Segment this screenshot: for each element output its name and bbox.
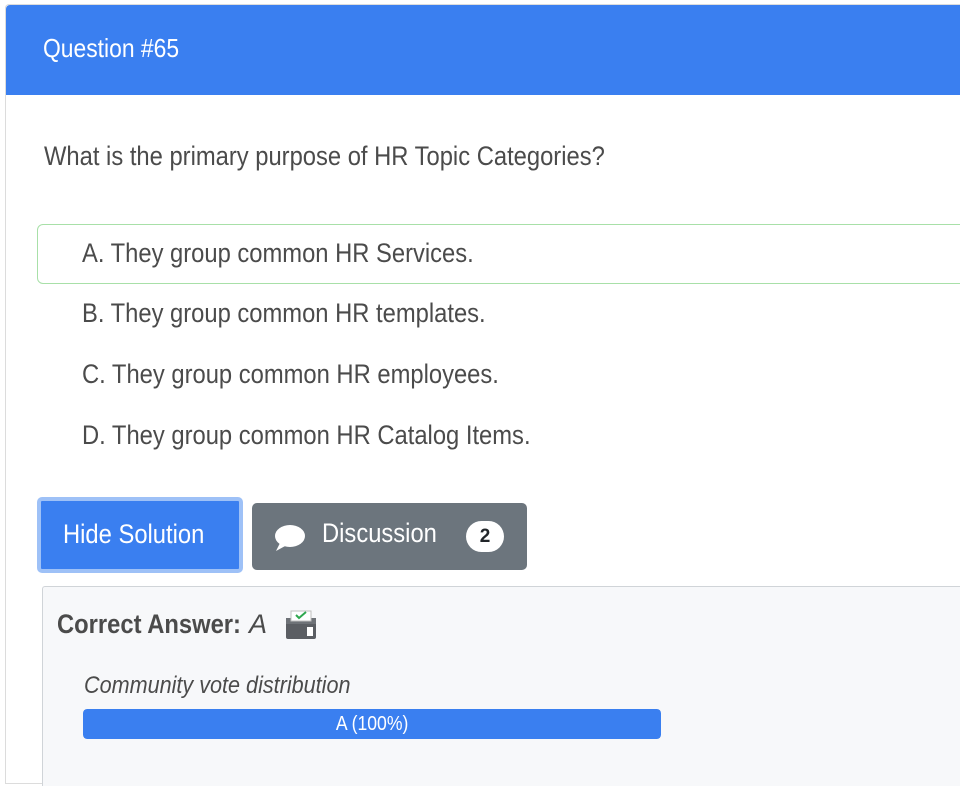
discussion-label: Discussion xyxy=(322,518,437,548)
correct-answer-label: Correct Answer: xyxy=(57,609,241,639)
choice-b[interactable]: B. They group common HR templates. xyxy=(37,284,960,344)
choice-a[interactable]: A. They group common HR Services. xyxy=(37,224,960,284)
choice-label: B. They group common HR templates. xyxy=(82,298,486,328)
vote-distribution-label: Community vote distribution xyxy=(84,672,351,699)
discussion-button[interactable]: Discussion 2 xyxy=(252,503,527,570)
choice-d[interactable]: D. They group common HR Catalog Items. xyxy=(37,406,960,466)
discussion-count-badge: 2 xyxy=(466,521,504,552)
comment-icon xyxy=(274,524,306,552)
correct-answer-value: A xyxy=(249,609,268,639)
card-header: Question #65 xyxy=(6,5,960,95)
hide-solution-label: Hide Solution xyxy=(63,519,205,549)
vote-distribution-bar: A (100%) xyxy=(83,709,661,739)
choice-label: A. They group common HR Services. xyxy=(82,238,474,268)
vote-bar-label-a: A (100%) xyxy=(335,713,409,735)
ballot-box-check-icon[interactable] xyxy=(284,609,318,641)
hide-solution-button[interactable]: Hide Solution xyxy=(37,497,243,573)
choice-label: C. They group common HR employees. xyxy=(82,359,499,389)
question-text: What is the primary purpose of HR Topic … xyxy=(44,141,605,171)
answer-panel: Correct Answer: A Community vote distrib… xyxy=(42,586,960,786)
question-number: Question #65 xyxy=(43,33,180,63)
choice-label: D. They group common HR Catalog Items. xyxy=(82,420,531,450)
choice-c[interactable]: C. They group common HR employees. xyxy=(37,345,960,405)
